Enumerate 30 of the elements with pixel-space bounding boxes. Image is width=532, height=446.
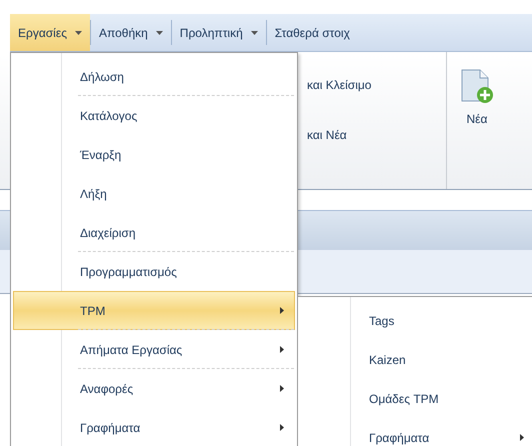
menu-item[interactable]: Διαχείριση bbox=[13, 213, 295, 252]
menu-item[interactable]: Γραφήματα bbox=[13, 408, 295, 446]
menu-item[interactable]: Tags bbox=[300, 301, 532, 340]
menu-bar-item[interactable]: Προληπτική bbox=[172, 14, 266, 51]
menu-item[interactable]: Έναρξη bbox=[13, 135, 295, 174]
menu-bar-item[interactable]: Αποθήκη bbox=[90, 14, 171, 51]
menu-item[interactable]: TPM bbox=[13, 291, 295, 330]
dropdown-caret-icon bbox=[250, 30, 258, 34]
submenu-arrow-icon bbox=[280, 385, 284, 392]
submenu-arrow-icon bbox=[520, 434, 524, 441]
menu-item[interactable]: Δήλωση bbox=[13, 57, 295, 96]
ribbon-button[interactable]: και Νέα bbox=[307, 126, 446, 144]
menu-item[interactable]: Λήξη bbox=[13, 174, 295, 213]
submenu-arrow-icon bbox=[280, 346, 284, 353]
menu-item[interactable]: Προγραμματισμός bbox=[13, 252, 295, 291]
submenu-arrow-icon bbox=[280, 424, 284, 431]
menu-item[interactable]: Γραφήματα bbox=[300, 418, 532, 446]
ribbon-button[interactable]: και Κλείσιμο bbox=[307, 76, 446, 94]
menu-item[interactable]: Ομάδες TPM bbox=[300, 379, 532, 418]
menu-item[interactable]: Απήματα Εργασίας bbox=[13, 330, 295, 369]
dropdown-caret-icon bbox=[156, 30, 163, 34]
menu-item[interactable]: Kaizen bbox=[300, 340, 532, 379]
menu-item[interactable]: Αναφορές bbox=[13, 369, 295, 408]
new-document-icon bbox=[460, 68, 494, 104]
menu-bar-item[interactable]: Εργασίες bbox=[10, 14, 90, 51]
submenu-arrow-icon bbox=[280, 307, 284, 314]
menu-bar-item[interactable]: Σταθερά στοιχ bbox=[266, 14, 358, 51]
dropdown-caret-icon bbox=[74, 30, 82, 34]
menu-item[interactable]: Κατάλογος bbox=[13, 96, 295, 135]
new-button[interactable]: Νέα bbox=[449, 62, 505, 158]
